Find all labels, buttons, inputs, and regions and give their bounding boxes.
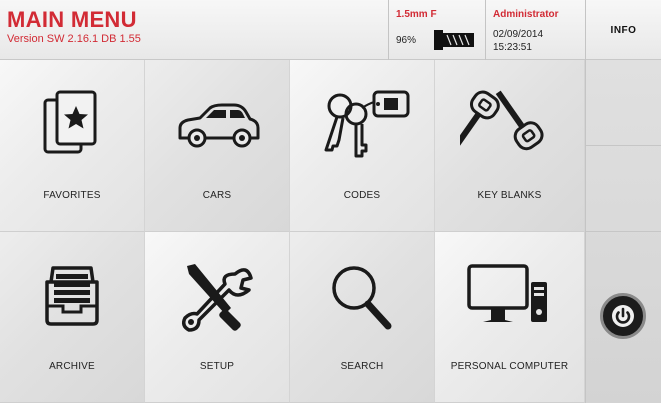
personal-computer-button[interactable]: PERSONAL COMPUTER (435, 232, 585, 403)
side-slot-1 (586, 60, 661, 146)
power-button[interactable] (600, 293, 646, 339)
favorites-label: FAVORITES (43, 190, 101, 201)
setup-label: SETUP (199, 361, 235, 372)
page-title: MAIN MENU (7, 7, 137, 32)
side-column (585, 60, 661, 403)
blank-type-label: 1.5mm F (396, 9, 437, 20)
personal-computer-label: PERSONAL COMPUTER (450, 361, 569, 372)
cars-label: CARS (202, 190, 232, 201)
title-block: MAIN MENU Version SW 2.16.1 DB 1.55 (7, 8, 141, 46)
date-label: 02/09/2014 (493, 29, 544, 40)
power-icon (612, 305, 634, 327)
codes-icon (324, 90, 410, 158)
time-label: 15:23:51 (493, 42, 532, 53)
favorites-icon (43, 90, 97, 154)
key-blanks-label: KEY BLANKS (477, 190, 542, 201)
computer-icon (466, 264, 547, 322)
setup-icon (181, 264, 253, 332)
cars-button[interactable]: CARS (145, 60, 290, 232)
search-label: SEARCH (340, 361, 384, 372)
key-blank-icon (434, 30, 474, 50)
codes-label: CODES (343, 190, 381, 201)
car-icon (178, 103, 260, 148)
key-blanks-icon (459, 90, 544, 152)
user-status: Administrator 02/09/2014 15:23:51 (485, 0, 585, 60)
search-icon (332, 266, 392, 330)
codes-button[interactable]: CODES (290, 60, 435, 232)
archive-icon (45, 266, 99, 326)
setup-button[interactable]: SETUP (145, 232, 290, 403)
blank-percent: 96% (396, 35, 417, 46)
archive-button[interactable]: ARCHIVE (0, 232, 145, 403)
info-label: INFO (610, 24, 637, 36)
header-bar: MAIN MENU Version SW 2.16.1 DB 1.55 1.5m… (0, 0, 661, 60)
archive-label: ARCHIVE (49, 361, 95, 372)
info-button[interactable]: INFO (585, 0, 661, 60)
favorites-button[interactable]: FAVORITES (0, 60, 145, 232)
version-label: Version SW 2.16.1 DB 1.55 (7, 33, 141, 45)
side-slot-2 (586, 146, 661, 232)
user-name: Administrator (493, 9, 559, 20)
search-button[interactable]: SEARCH (290, 232, 435, 403)
blank-status: 1.5mm F 96% (388, 0, 485, 60)
key-blanks-button[interactable]: KEY BLANKS (435, 60, 585, 232)
